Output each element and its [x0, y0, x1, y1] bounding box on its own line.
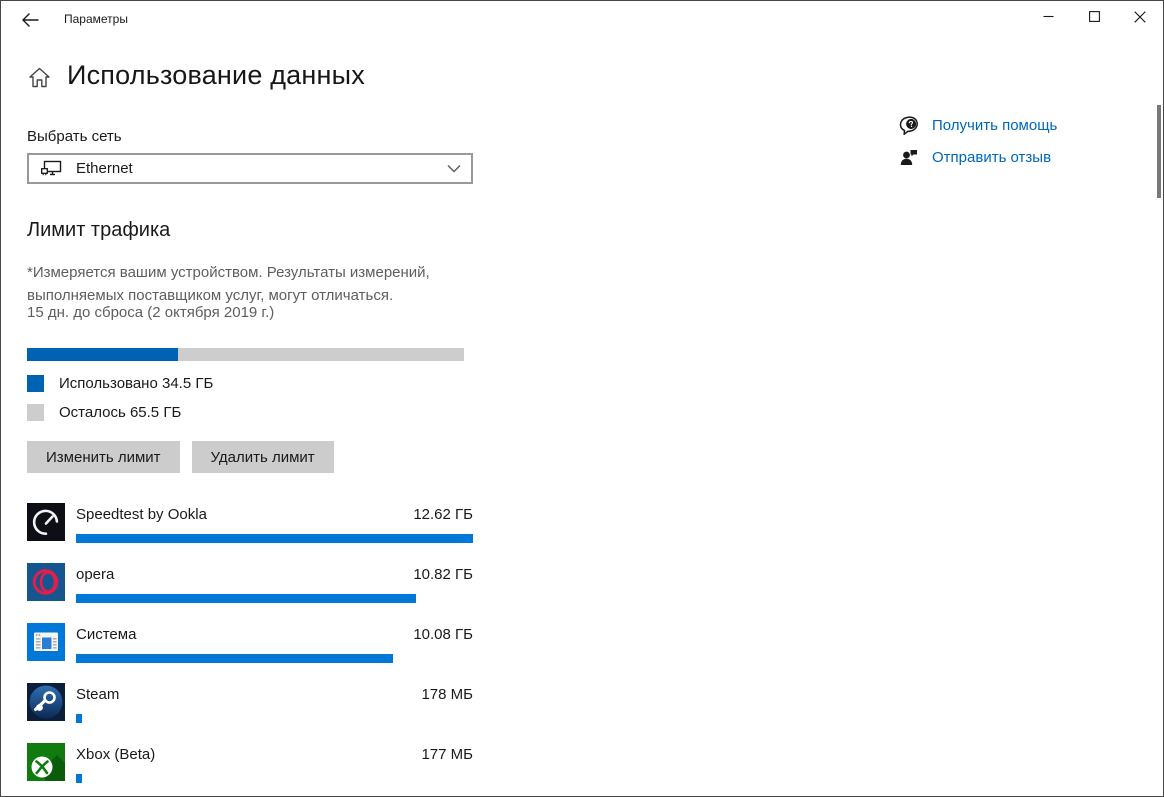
get-help-label: Получить помощь: [932, 117, 1058, 134]
app-usage-bar: [76, 534, 473, 543]
steam-icon: [27, 683, 65, 721]
app-row-steam: Steam 178 МБ: [27, 683, 473, 743]
note-line-1: *Измеряется вашим устройством. Результат…: [27, 264, 430, 281]
back-button[interactable]: [15, 7, 45, 33]
data-limit-heading: Лимит трафика: [27, 219, 171, 241]
send-feedback-link[interactable]: Отправить отзыв: [898, 148, 1138, 166]
data-usage-progressbar: [27, 348, 464, 361]
app-usage-bar: [76, 594, 417, 603]
app-usage-bar: [76, 774, 82, 783]
remaining-swatch: [27, 404, 44, 421]
xbox-icon: [27, 743, 65, 781]
remaining-label: Осталось 65.5 ГБ: [59, 404, 182, 421]
app-row-system: Система 10.08 ГБ: [27, 623, 473, 683]
close-icon: [1134, 10, 1146, 23]
chevron-down-icon: [447, 164, 461, 173]
opera-icon: [27, 563, 65, 601]
page-title: Использование данных: [67, 60, 365, 90]
legend-remaining: Осталось 65.5 ГБ: [27, 404, 181, 421]
app-usage-bar: [76, 654, 394, 663]
home-icon[interactable]: [29, 67, 50, 88]
page-header: Использование данных: [29, 60, 365, 91]
limit-buttons: Изменить лимит Удалить лимит: [27, 441, 334, 473]
back-arrow-icon: [21, 13, 38, 27]
app-usage-value: 178 МБ: [421, 686, 473, 703]
help-bubble-icon: ?: [898, 116, 920, 135]
maximize-icon: [1088, 11, 1100, 22]
app-usage-value: 10.82 ГБ: [413, 566, 473, 583]
app-usage-value: 10.08 ГБ: [413, 626, 473, 643]
app-row-opera: opera 10.82 ГБ: [27, 563, 473, 623]
legend-used: Использовано 34.5 ГБ: [27, 375, 213, 392]
feedback-person-icon: [898, 148, 920, 166]
app-name: Steam: [76, 686, 120, 703]
app-name: Xbox (Beta): [76, 746, 156, 763]
app-usage-list: Speedtest by Ookla 12.62 ГБ opera 10.82 …: [27, 503, 473, 796]
titlebar-title: Параметры: [64, 12, 128, 26]
app-row-xbox: Xbox (Beta) 177 МБ: [27, 743, 473, 796]
network-select[interactable]: Ethernet: [27, 153, 473, 184]
app-usage-bar: [76, 714, 82, 723]
app-usage-value: 177 МБ: [421, 746, 473, 763]
vertical-scrollbar-thumb[interactable]: [1157, 105, 1161, 198]
used-swatch: [27, 375, 44, 392]
app-name: opera: [76, 566, 115, 583]
data-limit-note: *Измеряется вашим устройством. Результат…: [27, 261, 430, 307]
delete-limit-button[interactable]: Удалить лимит: [191, 441, 334, 473]
caption-buttons: [1025, 1, 1163, 32]
minimize-icon: [1043, 15, 1053, 18]
reset-info: 15 дн. до сброса (2 октября 2019 г.): [27, 304, 275, 321]
network-selected-value: Ethernet: [76, 160, 133, 177]
network-select-label: Выбрать сеть: [27, 128, 122, 145]
help-links: ? Получить помощь Отправить отзыв: [898, 116, 1138, 179]
titlebar: Параметры: [1, 1, 1163, 41]
used-label: Использовано 34.5 ГБ: [59, 375, 214, 392]
windows-system-icon: [27, 623, 65, 661]
data-usage-progress-fill: [27, 348, 178, 361]
settings-window: Параметры Использование данных Выбрать с…: [0, 0, 1164, 797]
get-help-link[interactable]: ? Получить помощь: [898, 116, 1138, 135]
app-name: Speedtest by Ookla: [76, 506, 207, 523]
maximize-button[interactable]: [1071, 1, 1117, 32]
speedtest-icon: [27, 503, 65, 541]
ethernet-icon: [41, 160, 62, 177]
close-button[interactable]: [1117, 1, 1163, 32]
app-name: Система: [76, 626, 137, 643]
minimize-button[interactable]: [1025, 1, 1071, 32]
app-row-speedtest: Speedtest by Ookla 12.62 ГБ: [27, 503, 473, 563]
app-usage-value: 12.62 ГБ: [413, 506, 473, 523]
edit-limit-button[interactable]: Изменить лимит: [27, 441, 180, 473]
send-feedback-label: Отправить отзыв: [932, 148, 1052, 166]
